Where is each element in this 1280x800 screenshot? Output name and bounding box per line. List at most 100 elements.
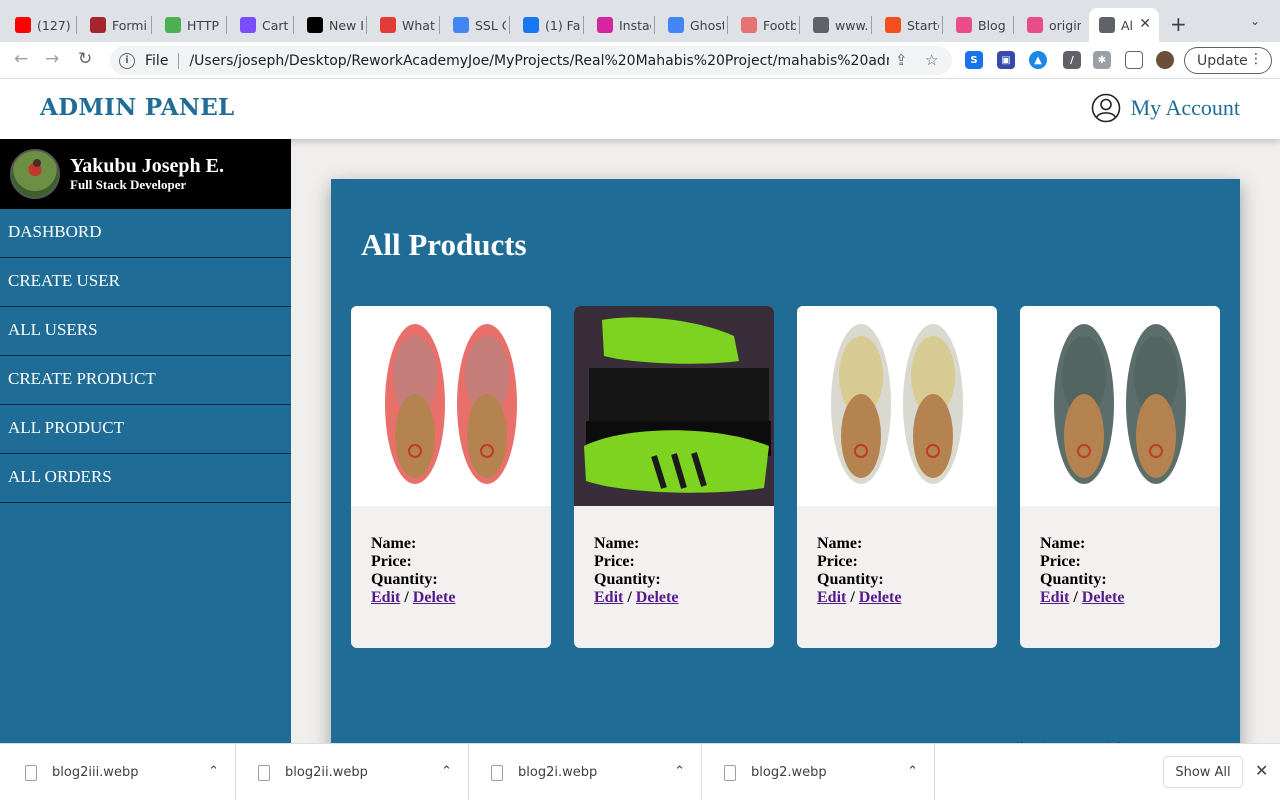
browser-tab[interactable]: Ghost — [658, 8, 724, 42]
browser-tab[interactable]: www. — [803, 8, 868, 42]
chevron-up-icon[interactable]: ⌃ — [907, 764, 918, 779]
product-name-label: Name: — [1040, 535, 1086, 552]
address-bar[interactable]: i File /Users/joseph/Desktop/ReworkAcade… — [110, 46, 952, 75]
browser-tab[interactable]: Formi — [80, 8, 148, 42]
tab-label: origin — [1049, 17, 1081, 33]
address-url[interactable]: /Users/joseph/Desktop/ReworkAcademyJoe/M… — [189, 53, 889, 69]
reload-icon[interactable]: ↻ — [78, 49, 92, 69]
browser-tab[interactable]: Starte — [875, 8, 939, 42]
browser-tab[interactable]: HTTP — [155, 8, 223, 42]
extensions-puzzle-icon[interactable]: ✱ — [1093, 51, 1111, 69]
tab-label: Formi — [112, 17, 147, 33]
download-item[interactable]: blog2iii.webp ⌃ — [3, 744, 236, 800]
side-panel-icon[interactable] — [1125, 51, 1143, 69]
product-name-label: Name: — [817, 535, 863, 552]
product-card: Name: Price: Quantity: Edit / Delete — [797, 306, 997, 648]
product-info: Name: Price: Quantity: Edit / Delete — [351, 506, 551, 607]
eyedropper-extension-icon[interactable]: / — [1063, 51, 1081, 69]
download-item[interactable]: blog2ii.webp ⌃ — [236, 744, 469, 800]
edit-link[interactable]: Edit — [594, 589, 623, 606]
tab-label: New I — [329, 17, 363, 33]
tab-separator — [871, 16, 872, 34]
brand-title[interactable]: ADMIN PANEL — [40, 94, 235, 121]
delete-link[interactable]: Delete — [636, 589, 679, 606]
instagram-icon — [597, 17, 613, 33]
browser-tab[interactable]: Blog I — [946, 8, 1010, 42]
tab-close-icon[interactable]: ✕ — [1139, 16, 1151, 32]
my-account-link[interactable]: My Account — [1091, 93, 1240, 123]
tab-separator — [509, 16, 510, 34]
new-tab-button[interactable]: + — [1170, 12, 1187, 36]
figma-icon — [885, 17, 901, 33]
download-item[interactable]: blog2i.webp ⌃ — [469, 744, 702, 800]
sidebar-item-dashbord[interactable]: DASHBORD — [0, 209, 291, 258]
close-icon[interactable]: ✕ — [1255, 761, 1268, 780]
circle-logo-icon — [307, 17, 323, 33]
product-price-label: Price: — [1040, 553, 1081, 570]
browser-tab[interactable]: New I — [297, 8, 363, 42]
tab-label: What — [402, 17, 435, 33]
browser-tab[interactable]: What — [370, 8, 436, 42]
update-button[interactable]: Update ⋮ — [1184, 47, 1272, 74]
edit-link[interactable]: Edit — [1040, 589, 1069, 606]
edit-link[interactable]: Edit — [371, 589, 400, 606]
delete-link[interactable]: Delete — [859, 589, 902, 606]
tab-separator — [583, 16, 584, 34]
sidebar-item-all-product[interactable]: ALL PRODUCT — [0, 405, 291, 454]
globe-icon — [1099, 17, 1115, 33]
product-image — [351, 306, 551, 506]
delete-link[interactable]: Delete — [1082, 589, 1125, 606]
link-separator: / — [627, 589, 632, 606]
show-all-button[interactable]: Show All — [1163, 756, 1243, 788]
tab-separator — [1013, 16, 1014, 34]
file-icon — [491, 764, 503, 781]
product-name-label: Name: — [594, 535, 640, 552]
download-item[interactable]: blog2.webp ⌃ — [702, 744, 935, 800]
product-quantity-label: Quantity: — [594, 571, 661, 588]
chevron-up-icon[interactable]: ⌃ — [674, 764, 685, 779]
browser-tab[interactable]: Al ✕ — [1089, 8, 1159, 42]
s-logo-icon — [668, 17, 684, 33]
vpn-extension-icon[interactable]: ▲ — [1029, 51, 1047, 69]
browser-tab[interactable]: Instag — [587, 8, 651, 42]
browser-toolbar: ← → ↻ i File /Users/joseph/Desktop/Rewor… — [0, 42, 1280, 79]
chevron-up-icon[interactable]: ⌃ — [208, 764, 219, 779]
file-icon — [724, 764, 736, 781]
form-icon — [90, 17, 106, 33]
browser-tab[interactable]: origin — [1017, 8, 1081, 42]
download-filename: blog2iii.webp — [52, 765, 139, 780]
user-circle-icon — [1091, 93, 1120, 123]
back-arrow-icon[interactable]: ← — [14, 49, 28, 69]
svg-extension-icon[interactable]: S — [965, 51, 983, 69]
sidebar-item-create-product[interactable]: CREATE PRODUCT — [0, 356, 291, 405]
profile-avatar[interactable] — [1156, 51, 1174, 69]
forward-arrow-icon[interactable]: → — [45, 49, 59, 69]
browser-tab[interactable]: (127) — [5, 8, 73, 42]
update-label: Update — [1197, 52, 1248, 69]
product-image — [797, 306, 997, 506]
browser-tab[interactable]: (1) Fa — [513, 8, 580, 42]
product-info: Name: Price: Quantity: Edit / Delete — [797, 506, 997, 607]
sidebar-item-all-orders[interactable]: ALL ORDERS — [0, 454, 291, 503]
browser-tab[interactable]: SSL C — [443, 8, 506, 42]
screenshot-extension-icon[interactable]: ▣ — [997, 51, 1015, 69]
edit-link[interactable]: Edit — [817, 589, 846, 606]
browser-tab[interactable]: Footb — [731, 8, 796, 42]
tab-search-chevron-icon[interactable]: ⌄ — [1250, 14, 1260, 28]
link-separator: / — [404, 589, 409, 606]
product-quantity-label: Quantity: — [371, 571, 438, 588]
sidebar-item-create-user[interactable]: CREATE USER — [0, 258, 291, 307]
site-header: ADMIN PANEL My Account — [0, 79, 1280, 139]
chevron-up-icon[interactable]: ⌃ — [441, 764, 452, 779]
share-icon[interactable]: ⇪ — [895, 51, 908, 69]
bookmark-star-icon[interactable]: ☆ — [925, 51, 938, 69]
menu-dots-icon[interactable]: ⋮ — [1249, 51, 1263, 67]
address-divider — [178, 52, 180, 69]
browser-tab[interactable]: Cart | — [230, 8, 290, 42]
facebook-icon — [523, 17, 539, 33]
product-image — [574, 306, 774, 506]
delete-link[interactable]: Delete — [413, 589, 456, 606]
product-quantity-label: Quantity: — [1040, 571, 1107, 588]
sidebar-item-all-users[interactable]: ALL USERS — [0, 307, 291, 356]
info-icon[interactable]: i — [119, 52, 135, 69]
